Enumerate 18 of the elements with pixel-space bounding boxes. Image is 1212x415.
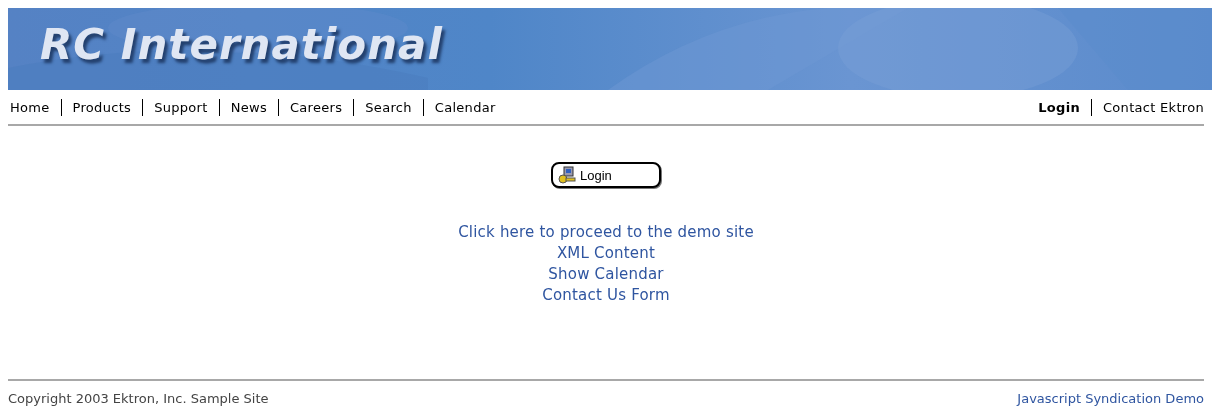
nav-link[interactable]: News bbox=[219, 99, 278, 115]
login-button[interactable]: Login bbox=[551, 162, 661, 188]
nav-link[interactable]: Support bbox=[143, 99, 219, 115]
nav-link[interactable]: Careers bbox=[278, 99, 354, 115]
content-link[interactable]: Show Calendar bbox=[548, 264, 664, 285]
content-link[interactable]: Contact Us Form bbox=[542, 285, 670, 306]
nav-link[interactable]: Search bbox=[354, 99, 423, 115]
nav-link[interactable]: Calendar bbox=[423, 99, 507, 115]
copyright-text: Copyright 2003 Ektron, Inc. Sample Site bbox=[8, 391, 269, 406]
nav-link[interactable]: Products bbox=[61, 99, 143, 115]
content-link[interactable]: XML Content bbox=[556, 243, 656, 264]
site-logo: RC International bbox=[40, 20, 443, 69]
content-link[interactable]: Click here to proceed to the demo site bbox=[458, 222, 754, 243]
nav-link[interactable]: Login bbox=[1027, 99, 1091, 115]
syndication-link[interactable]: Javascript Syndication Demo bbox=[1017, 391, 1204, 406]
nav-link[interactable]: Contact Ektron bbox=[1092, 99, 1204, 115]
key-icon bbox=[557, 166, 577, 184]
nav-link[interactable]: Home bbox=[8, 99, 61, 115]
